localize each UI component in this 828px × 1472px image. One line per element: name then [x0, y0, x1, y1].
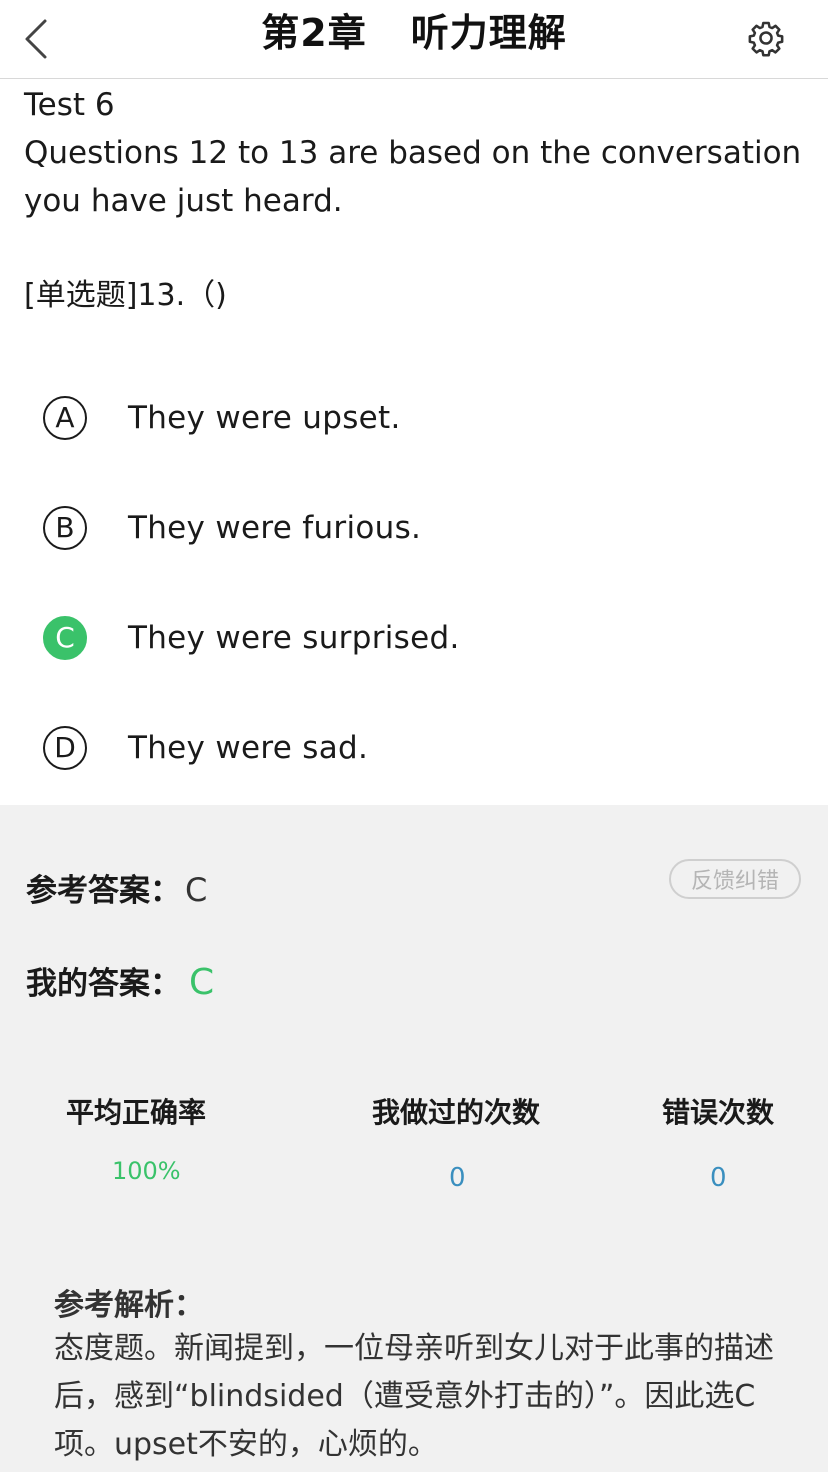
errors-label: 错误次数: [662, 1096, 775, 1129]
option-a[interactable]: A They were upset.: [0, 373, 828, 463]
option-a-letter: A: [43, 396, 87, 440]
analysis-title: 参考解析：: [54, 1288, 204, 1323]
analysis-text: 态度题。新闻提到，一位母亲听到女儿对于此事的描述后，感到“blindsided（…: [54, 1331, 774, 1462]
option-c[interactable]: C They were surprised.: [0, 593, 828, 683]
top-bar: 第2章 听力理解: [0, 0, 828, 79]
option-d[interactable]: D They were sad.: [0, 703, 828, 793]
chapter-title: 第2章: [261, 11, 367, 55]
option-b-text: They were furious.: [128, 510, 422, 546]
option-b[interactable]: B They were furious.: [0, 483, 828, 573]
accuracy-label: 平均正确率: [66, 1096, 207, 1129]
gear-icon: [748, 21, 784, 57]
option-a-text: They were upset.: [128, 400, 401, 436]
section-title: 听力理解: [410, 11, 567, 55]
my-answer-value: C: [189, 962, 215, 1003]
option-d-letter: D: [43, 726, 87, 770]
errors-value: 0: [710, 1163, 727, 1193]
answer-panel: 参考答案： C 反馈纠错 我的答案： C 平均正确率 我做过的次数 错误次数 100…: [0, 805, 828, 1472]
page-title: 第2章 听力理解: [0, 8, 828, 58]
option-c-text: They were surprised.: [128, 620, 460, 656]
attempts-value: 0: [449, 1163, 466, 1193]
question-type-number: [单选题]13.（): [24, 278, 227, 313]
option-d-text: They were sad.: [128, 730, 369, 766]
page: 第2章 听力理解 Test 6 Questions 12 to 13 are ba…: [0, 0, 828, 1472]
attempts-label: 我做过的次数: [372, 1096, 541, 1129]
test-label: Test 6: [24, 87, 115, 123]
feedback-button[interactable]: 反馈纠错: [669, 859, 801, 899]
accuracy-value: 100%: [112, 1157, 181, 1185]
my-answer: 我的答案： C: [26, 958, 214, 1003]
reference-answer-value: C: [185, 871, 208, 909]
reference-answer-label: 参考答案：: [26, 873, 181, 909]
my-answer-label: 我的答案：: [26, 966, 181, 1002]
reference-answer: 参考答案： C: [26, 865, 207, 910]
question-intro: Questions 12 to 13 are based on the conv…: [24, 135, 802, 219]
option-c-letter: C: [43, 616, 87, 660]
option-b-letter: B: [43, 506, 87, 550]
question-area: Test 6 Questions 12 to 13 are based on t…: [0, 79, 828, 805]
settings-button[interactable]: [742, 14, 790, 62]
